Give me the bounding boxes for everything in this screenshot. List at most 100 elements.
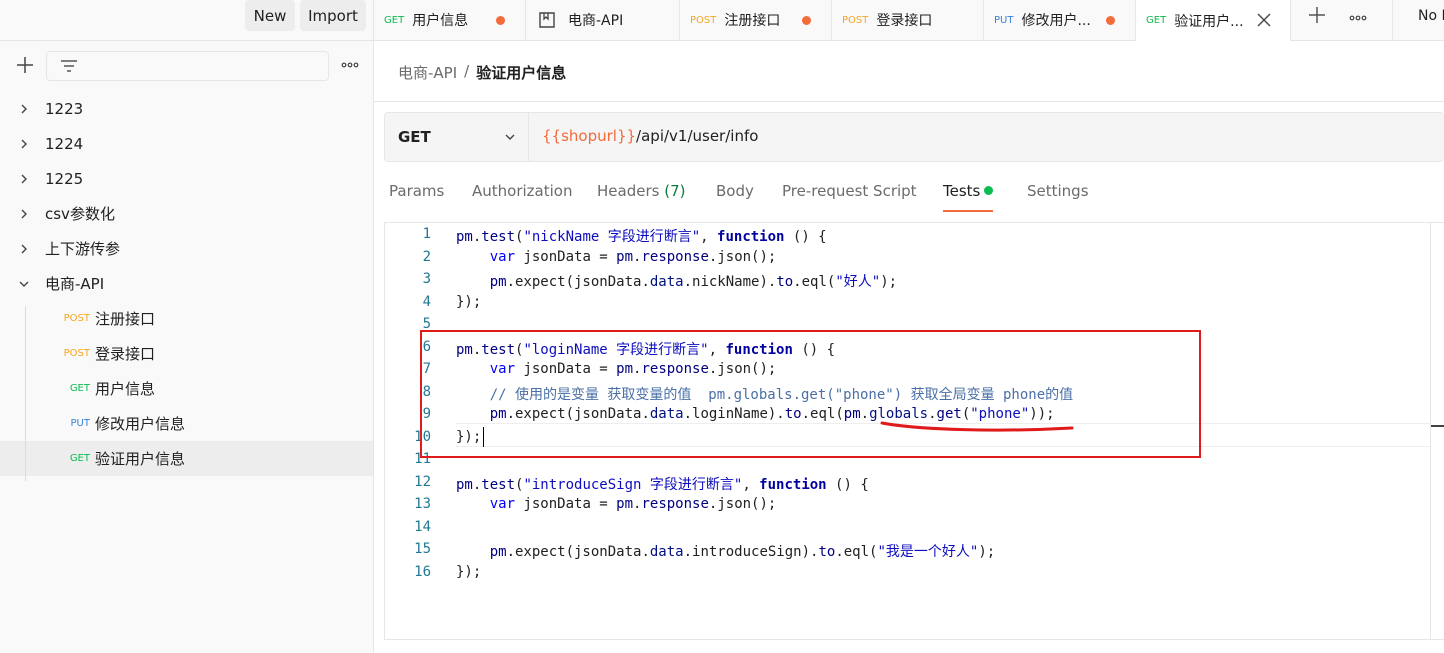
tab-authorization-label: Authorization	[472, 182, 573, 200]
tree-folder[interactable]: 1224	[0, 126, 373, 161]
tree-folder[interactable]: 电商-API	[0, 266, 373, 301]
code-text: pm.test("nickName 字段进行断言", function () {	[456, 229, 827, 245]
close-icon[interactable]	[1257, 13, 1271, 27]
tree-item-label: 1225	[45, 169, 84, 188]
divider	[374, 101, 1444, 102]
tree-request[interactable]: GET 验证用户信息	[0, 441, 373, 476]
tab-name: 注册接口	[724, 13, 781, 29]
chevron-down-icon	[505, 134, 515, 140]
tests-status-dot	[984, 186, 994, 195]
url-input[interactable]: {{shopurl}}/api/v1/user/info	[542, 127, 758, 145]
breadcrumb-parent[interactable]: 电商-API	[398, 62, 457, 83]
tree-item-label: 上下游传参	[45, 240, 121, 258]
tree-item-label: 修改用户信息	[95, 415, 186, 433]
add-collection-icon[interactable]	[15, 55, 35, 75]
tree-folder[interactable]: 1225	[0, 161, 373, 196]
line-number: 4	[422, 293, 431, 310]
code-line[interactable]: 14	[385, 519, 1429, 541]
code-line[interactable]: 2 var jsonData = pm.response.json();	[385, 249, 1429, 271]
tree-request[interactable]: PUT 修改用户信息	[0, 406, 373, 441]
code-text: var jsonData = pm.response.json();	[489, 496, 777, 512]
request-tab[interactable]: GET 验证用户...	[1136, 0, 1291, 41]
tree-item-label: csv参数化	[45, 205, 115, 223]
code-text: var jsonData = pm.response.json();	[489, 248, 777, 265]
method-badge: GET	[69, 383, 90, 394]
code-line[interactable]: 16});	[385, 564, 1429, 586]
line-number: 16	[414, 563, 431, 580]
tree-item-label: 电商-API	[45, 275, 105, 293]
tree-folder[interactable]: 1223	[0, 91, 373, 126]
tree-request[interactable]: POST 注册接口	[0, 301, 373, 336]
tab-name: 用户信息	[412, 13, 469, 29]
more-options-icon[interactable]	[339, 55, 361, 75]
tree-request[interactable]: POST 登录接口	[0, 336, 373, 371]
tab-options-icon[interactable]	[1349, 6, 1367, 25]
tree-item-label: 用户信息	[95, 380, 156, 398]
tab-body-label: Body	[716, 182, 754, 200]
line-number: 15	[414, 541, 431, 557]
chevron-right-icon[interactable]	[18, 243, 30, 255]
code-line[interactable]: 1 pm.test("nickName 字段进行断言", function () …	[385, 226, 1429, 248]
request-tab[interactable]: 电商-API	[526, 0, 680, 40]
tab-prerequest-label: Pre-request Script	[782, 182, 917, 200]
new-tab-icon[interactable]	[1308, 6, 1328, 26]
import-button[interactable]: Import	[300, 0, 366, 31]
tab-method-badge: GET	[1146, 15, 1167, 26]
tab-settings[interactable]: Settings	[1027, 182, 1089, 212]
chevron-right-icon[interactable]	[18, 208, 30, 220]
tree-item-label: 登录接口	[95, 345, 156, 363]
scrollbar-marker	[1431, 425, 1444, 427]
tab-name: 验证用户...	[1174, 13, 1244, 30]
chevron-right-icon[interactable]	[18, 103, 30, 115]
line-number: 13	[414, 496, 431, 512]
code-text: pm.expect(jsonData.data.nickName).to.eql…	[489, 274, 898, 290]
request-tab[interactable]: PUT 修改用户...	[984, 0, 1136, 40]
code-line[interactable]: 13 var jsonData = pm.response.json();	[385, 496, 1429, 518]
request-tab[interactable]: POST 登录接口	[832, 0, 984, 40]
tab-headers[interactable]: Headers (7)	[597, 182, 685, 212]
tree-item-label: 验证用户信息	[95, 450, 186, 468]
new-button[interactable]: New	[245, 0, 295, 31]
filter-input[interactable]	[46, 51, 329, 81]
annotation-underline	[880, 421, 1074, 432]
line-number: 3	[422, 271, 431, 287]
tree-indent-guide	[25, 306, 26, 481]
sidebar-toolbar	[0, 41, 374, 91]
tree-folder[interactable]: csv参数化	[0, 196, 373, 231]
request-tab[interactable]: GET 用户信息	[374, 0, 526, 40]
code-text: });	[456, 563, 482, 580]
chevron-down-icon[interactable]	[18, 278, 30, 290]
tree-folder[interactable]: 上下游传参	[0, 231, 373, 266]
tree-request[interactable]: GET 用户信息	[0, 371, 373, 406]
tab-prerequest-script[interactable]: Pre-request Script	[782, 182, 917, 212]
unsaved-dot	[1106, 16, 1115, 25]
method-badge: GET	[69, 453, 90, 464]
tab-bar: GET 用户信息 电商-API POST 注册接口 POST 登录接口 PUT 修改用户... G…	[374, 0, 1444, 41]
environment-selector[interactable]: No E	[1418, 8, 1444, 24]
method-badge: POST	[63, 348, 90, 359]
tab-name: 修改用户...	[1021, 13, 1091, 29]
code-line[interactable]: 12 pm.test("introduceSign 字段进行断言", functi…	[385, 474, 1429, 496]
method-select[interactable]: GET	[385, 113, 529, 161]
tab-name: 电商-API	[568, 13, 624, 29]
breadcrumb-separator: /	[464, 62, 470, 80]
url-variable: {{shopurl}}	[542, 127, 637, 145]
tab-body[interactable]: Body	[716, 182, 754, 212]
code-line[interactable]: 3 pm.expect(jsonData.data.nickName).to.e…	[385, 271, 1429, 293]
code-line[interactable]: 4});	[385, 294, 1429, 316]
breadcrumb: 电商-API / 验证用户信息	[398, 62, 566, 83]
chevron-right-icon[interactable]	[18, 173, 30, 185]
chevron-right-icon[interactable]	[18, 138, 30, 150]
tab-params[interactable]: Params	[389, 182, 444, 212]
breadcrumb-current[interactable]: 验证用户信息	[476, 62, 566, 83]
editor-scrollbar[interactable]	[1430, 223, 1444, 639]
line-number: 1	[422, 226, 431, 242]
tab-method-badge: GET	[384, 14, 405, 26]
request-tab[interactable]: POST 注册接口	[680, 0, 832, 40]
tab-authorization[interactable]: Authorization	[472, 182, 572, 212]
tab-method-badge: POST	[690, 14, 717, 26]
code-text: pm.expect(jsonData.data.introduceSign).t…	[489, 544, 996, 560]
code-line[interactable]: 15 pm.expect(jsonData.data.introduceSign…	[385, 541, 1429, 563]
tab-tests[interactable]: Tests	[943, 182, 994, 212]
method-value: GET	[398, 128, 431, 146]
